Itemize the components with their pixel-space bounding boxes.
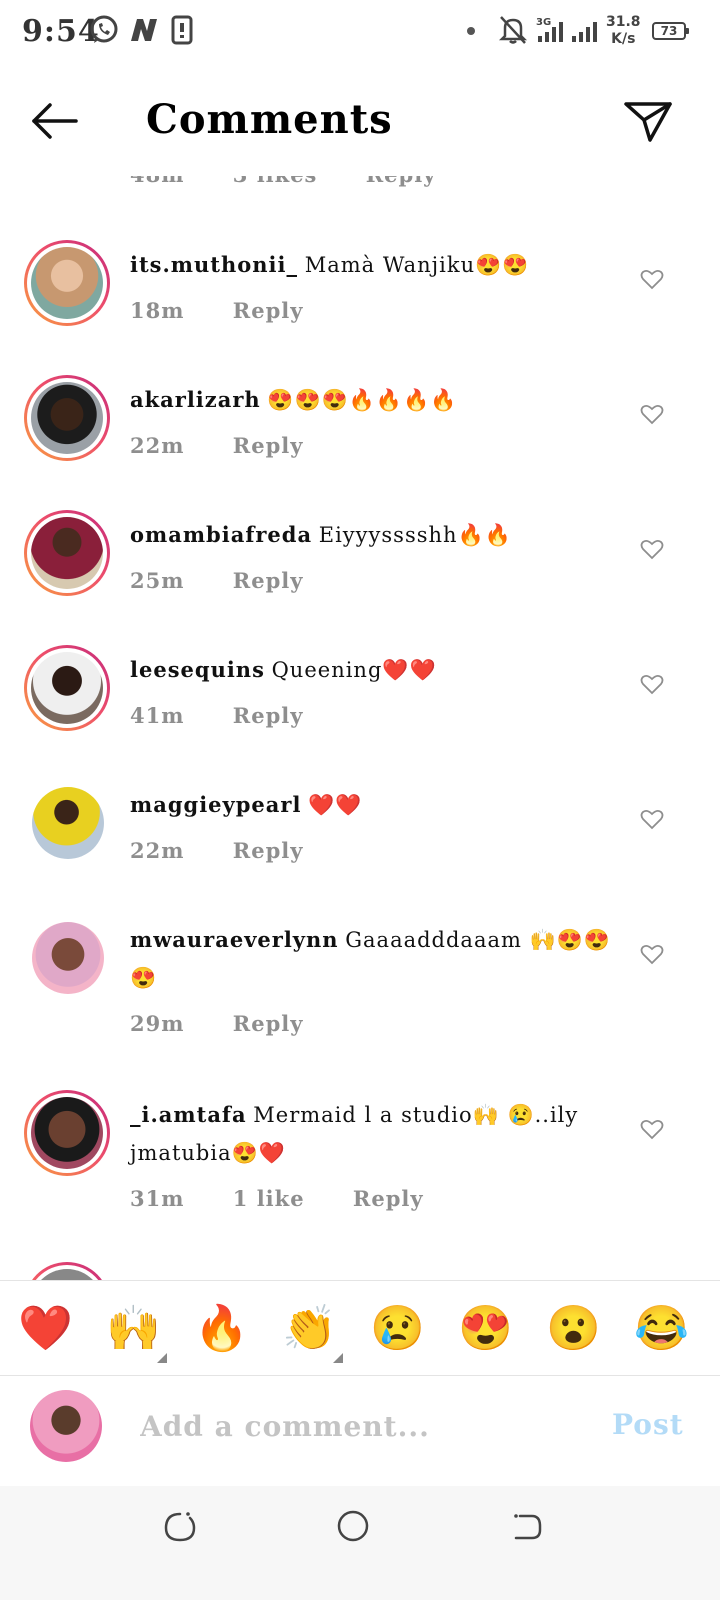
comment-meta: 22m Reply	[130, 433, 343, 458]
post-button[interactable]: Post	[612, 1408, 684, 1441]
svg-text:3G: 3G	[536, 17, 551, 28]
emoji-clapping-hands[interactable]: 👏	[282, 1303, 337, 1355]
comment-meta: 29m Reply	[130, 1011, 343, 1036]
comment-username[interactable]: leesequins	[130, 657, 265, 682]
back-arrow-icon[interactable]	[28, 94, 82, 148]
comment-text: its.muthonii_ Mamà Wanjiku😍😍	[130, 246, 615, 284]
heart-outline-icon[interactable]	[640, 808, 664, 830]
comment-meta: 25m Reply	[130, 568, 343, 593]
signal-3g-icon: 3G	[536, 17, 563, 42]
comments-list[interactable]: 48m 3 likes Reply its.muthonii_ Mamà Wan…	[0, 120, 720, 1308]
comment-username[interactable]: omambiafreda	[130, 522, 312, 547]
avatar[interactable]	[24, 240, 110, 326]
comment-text: _i.amtafa Mermaid l a studio🙌 😢..ily jma…	[130, 1096, 615, 1172]
heart-outline-icon[interactable]	[640, 538, 664, 560]
paper-plane-icon[interactable]	[620, 94, 676, 150]
comment-text: omambiafreda Eiyyysssshh🔥🔥	[130, 516, 615, 554]
comment-meta: 18m Reply	[130, 298, 343, 323]
home-icon[interactable]	[333, 1506, 373, 1546]
avatar[interactable]	[24, 645, 110, 731]
comment-time: 41m	[130, 703, 185, 728]
whatsapp-icon	[90, 15, 118, 43]
comment-text: leesequins Queening❤️❤️	[130, 651, 615, 689]
status-bar: 9:54 3G 31.8 K/s 73	[0, 0, 720, 66]
heart-outline-icon[interactable]	[640, 943, 664, 965]
comment-username[interactable]: maggieypearl	[130, 792, 301, 817]
avatar[interactable]	[24, 510, 110, 596]
comment-body: Queening❤️❤️	[271, 658, 437, 682]
network-speed-value: 31.8	[606, 14, 641, 30]
comment-body: Mamà Wanjiku😍😍	[304, 253, 530, 277]
reply-button[interactable]: Reply	[233, 433, 304, 458]
emoji-fire[interactable]: 🔥	[194, 1303, 249, 1355]
emoji-raising-hands[interactable]: 🙌	[106, 1303, 161, 1355]
signal-icon	[572, 22, 597, 42]
heart-outline-icon[interactable]	[640, 268, 664, 290]
comment-username[interactable]: mwauraeverlynn	[130, 927, 339, 952]
emoji-tears-of-joy[interactable]: 😂	[634, 1303, 689, 1355]
emoji-surprised-face[interactable]: 😮	[546, 1303, 601, 1355]
comment-meta: 31m 1 like Reply	[130, 1186, 464, 1211]
comment-time: 29m	[130, 1011, 185, 1036]
skin-tone-indicator-icon	[333, 1353, 343, 1363]
comment-composer: Post	[0, 1376, 720, 1484]
heart-outline-icon[interactable]	[640, 1118, 664, 1140]
comment-time: 25m	[130, 568, 185, 593]
network-speed: 31.8 K/s	[606, 14, 641, 48]
reply-button[interactable]: Reply	[233, 1011, 304, 1036]
comment-body: 😍😍😍🔥🔥🔥🔥	[267, 388, 458, 412]
avatar	[30, 1390, 102, 1462]
reply-button[interactable]: Reply	[353, 1186, 424, 1211]
comment-time: 18m	[130, 298, 185, 323]
notification-dot-icon	[467, 27, 475, 35]
comment-text: akarlizarh 😍😍😍🔥🔥🔥🔥	[130, 381, 615, 419]
avatar[interactable]	[24, 375, 110, 461]
reply-button[interactable]: Reply	[233, 298, 304, 323]
reply-button[interactable]: Reply	[233, 703, 304, 728]
reply-button[interactable]: Reply	[233, 568, 304, 593]
emoji-crying-face[interactable]: 😢	[370, 1303, 425, 1355]
comment-input[interactable]	[140, 1406, 580, 1446]
reply-button[interactable]: Reply	[233, 838, 304, 863]
network-speed-unit: K/s	[611, 31, 636, 47]
avatar[interactable]	[24, 1090, 110, 1176]
emoji-quick-bar: ❤️ 🙌 🔥 👏 😢 😍 😮 😂	[0, 1280, 720, 1376]
recents-icon[interactable]	[160, 1506, 200, 1546]
comment-meta: 22m Reply	[130, 838, 343, 863]
comment-time: 31m	[130, 1186, 185, 1211]
n-app-icon	[131, 19, 157, 41]
mute-bell-icon	[498, 16, 528, 44]
comment-time: 22m	[130, 433, 185, 458]
sim-card-icon	[171, 15, 193, 45]
emoji-red-heart[interactable]: ❤️	[18, 1303, 73, 1355]
avatar[interactable]	[32, 787, 104, 859]
comment-time: 22m	[130, 838, 185, 863]
comment-text: maggieypearl ❤️❤️	[130, 786, 615, 824]
comment-meta: 41m Reply	[130, 703, 343, 728]
page-title: Comments	[146, 96, 393, 143]
avatar[interactable]	[32, 922, 104, 994]
comment-likes[interactable]: 1 like	[233, 1186, 305, 1211]
comment-text: mwauraeverlynn Gaaaadddaaam 🙌😍😍😍	[130, 921, 615, 997]
comment-username[interactable]: akarlizarh	[130, 387, 261, 412]
comment-username[interactable]: its.muthonii_	[130, 252, 298, 277]
system-nav-bar	[0, 1486, 720, 1600]
heart-outline-icon[interactable]	[640, 403, 664, 425]
comments-header: Comments	[0, 66, 720, 176]
comment-username[interactable]: _i.amtafa	[130, 1102, 247, 1127]
skin-tone-indicator-icon	[157, 1353, 167, 1363]
heart-outline-icon[interactable]	[640, 673, 664, 695]
back-nav-icon[interactable]	[506, 1506, 546, 1546]
emoji-heart-eyes[interactable]: 😍	[458, 1303, 513, 1355]
battery-icon: 73	[652, 22, 689, 40]
comment-body: ❤️❤️	[308, 793, 363, 817]
comment-body: Eiyyysssshh🔥🔥	[318, 523, 512, 547]
